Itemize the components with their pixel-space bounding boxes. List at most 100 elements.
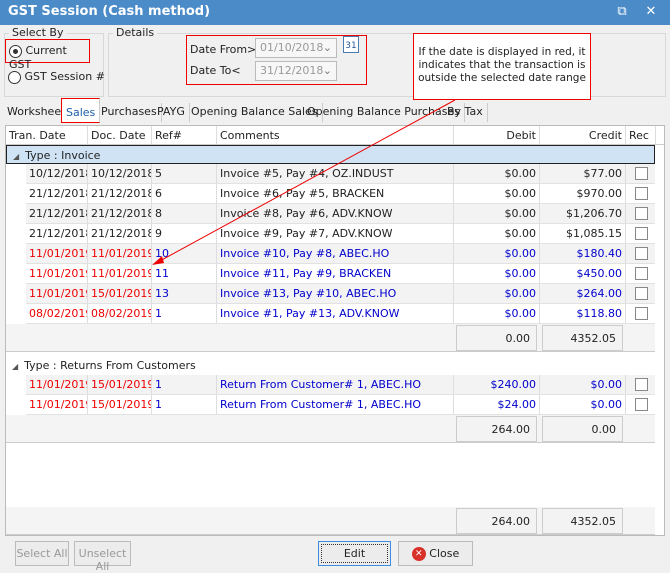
collapse-arrow-icon[interactable]: ◢: [13, 152, 19, 161]
close-circle-icon: ✕: [411, 547, 426, 561]
cell-doc: 15/01/2019: [88, 395, 152, 414]
cell-rec: [626, 375, 656, 394]
cell-debit: $0.00: [454, 244, 540, 263]
date-from-field[interactable]: 01/10/2018 ⌄: [255, 38, 337, 58]
group-row[interactable]: ◢ Type : Invoice: [6, 145, 655, 164]
rec-checkbox[interactable]: [634, 227, 648, 240]
cell-tran: 11/01/2019: [26, 244, 88, 263]
rec-checkbox[interactable]: [634, 307, 648, 320]
group-row[interactable]: ◢ Type : Returns From Customers: [6, 356, 655, 375]
column-header[interactable]: Debit: [454, 126, 540, 144]
cell-credit: $264.00: [540, 284, 626, 303]
radio-gst-session[interactable]: GST Session #: [8, 70, 105, 84]
cell-comment: Invoice #1, Pay #13, ADV.KNOW: [217, 304, 454, 323]
cell-ref: 11: [152, 264, 217, 283]
cell-debit: $0.00: [454, 304, 540, 323]
cell-debit: $240.00: [454, 375, 540, 394]
column-header[interactable]: Comments: [217, 126, 454, 144]
radio-current-gst[interactable]: Current GST: [5, 39, 90, 71]
rec-checkbox[interactable]: [634, 207, 648, 220]
cell-comment: Invoice #6, Pay #5, BRACKEN: [217, 184, 454, 203]
tab-payg[interactable]: PAYG: [153, 103, 190, 122]
column-header[interactable]: Tran. Date: [6, 126, 88, 144]
close-icon[interactable]: ✕: [641, 4, 661, 19]
date-from-label: Date From>: [190, 43, 257, 56]
column-header[interactable]: Ref#: [152, 126, 217, 144]
rec-checkbox[interactable]: [634, 247, 648, 260]
grid-header: Tran. Date Doc. Date Ref# Comments Debit Cred…: [6, 126, 664, 145]
cell-credit: $77.00: [540, 164, 626, 183]
table-row[interactable]: 08/02/2019 08/02/2019 1 Invoice #1, Pay #13…: [26, 304, 655, 324]
cell-rec: [626, 224, 656, 243]
cell-rec: [626, 284, 656, 303]
table-row[interactable]: 10/12/2018 10/12/2018 5 Invoice #5, Pay #4,…: [26, 164, 655, 184]
cell-credit: $1,206.70: [540, 204, 626, 223]
column-header[interactable]: Credit: [540, 126, 626, 144]
collapse-arrow-icon[interactable]: ◢: [12, 362, 18, 371]
calendar-day: 31: [345, 41, 357, 51]
cell-debit: $0.00: [454, 184, 540, 203]
cell-tran: 10/12/2018: [26, 164, 88, 183]
cell-credit: $180.40: [540, 244, 626, 263]
annotation-callout: If the date is displayed in red, it indi…: [413, 33, 591, 100]
rec-checkbox[interactable]: [634, 167, 648, 180]
cell-rec: [626, 244, 656, 263]
title-bar: GST Session (Cash method): [0, 0, 670, 25]
table-row[interactable]: 21/12/2018 21/12/2018 6 Invoice #6, Pay #5,…: [26, 184, 655, 204]
cell-ref: 1: [152, 304, 217, 323]
table-row[interactable]: 11/01/2019 11/01/2019 11 Invoice #11, Pay #…: [26, 264, 655, 284]
tab-sales[interactable]: Sales: [61, 98, 101, 123]
cell-ref: 1: [152, 375, 217, 394]
rec-checkbox[interactable]: [634, 287, 648, 300]
cell-debit: $0.00: [454, 204, 540, 223]
cell-rec: [626, 395, 656, 414]
cell-credit: $0.00: [540, 395, 626, 414]
date-to-field[interactable]: 31/12/2018 ⌄: [255, 61, 337, 81]
cell-ref: 6: [152, 184, 217, 203]
restore-icon[interactable]: ⧉: [612, 4, 632, 19]
cell-rec: [626, 304, 656, 323]
table-row[interactable]: 21/12/2018 21/12/2018 9 Invoice #9, Pay #7,…: [26, 224, 655, 244]
rec-checkbox[interactable]: [634, 267, 648, 280]
close-button[interactable]: ✕ Close: [398, 541, 473, 566]
cell-doc: 21/12/2018: [88, 184, 152, 203]
cell-ref: 13: [152, 284, 217, 303]
cell-ref: 9: [152, 224, 217, 243]
table-row[interactable]: 11/01/2019 15/01/2019 13 Invoice #13, Pay #…: [26, 284, 655, 304]
cell-debit: $0.00: [454, 224, 540, 243]
select-all-button[interactable]: Select All: [15, 541, 69, 566]
rec-checkbox[interactable]: [634, 398, 648, 411]
cell-tran: 11/01/2019: [26, 264, 88, 283]
edit-button[interactable]: Edit: [318, 541, 391, 566]
chevron-down-icon: ⌄: [322, 64, 332, 77]
column-header[interactable]: Rec: [626, 126, 656, 144]
radio-icon: [9, 44, 22, 58]
cell-tran: 21/12/2018: [26, 204, 88, 223]
table-row[interactable]: 21/12/2018 21/12/2018 8 Invoice #8, Pay #6,…: [26, 204, 655, 224]
table-row[interactable]: 11/01/2019 11/01/2019 10 Invoice #10, Pay #…: [26, 244, 655, 264]
rec-checkbox[interactable]: [634, 187, 648, 200]
cell-doc: 21/12/2018: [88, 224, 152, 243]
tab-by-tax[interactable]: By Tax: [443, 103, 488, 122]
radio-label: GST Session #: [24, 70, 105, 83]
cell-tran: 21/12/2018: [26, 184, 88, 203]
cell-tran: 21/12/2018: [26, 224, 88, 243]
cell-doc: 11/01/2019: [88, 244, 152, 263]
radio-icon: [8, 70, 21, 84]
column-header[interactable]: Doc. Date: [88, 126, 152, 144]
select-by-label: Select By: [9, 26, 67, 39]
table-row[interactable]: 11/01/2019 15/01/2019 1 Return From Custome…: [26, 395, 655, 415]
tab-opening-balance-purchases[interactable]: Opening Balance Purchases: [303, 103, 465, 122]
cell-credit: $0.00: [540, 375, 626, 394]
cell-credit: $118.80: [540, 304, 626, 323]
table-row[interactable]: 11/01/2019 15/01/2019 1 Return From Custome…: [26, 375, 655, 395]
cell-doc: 15/01/2019: [88, 284, 152, 303]
calendar-icon[interactable]: 31: [343, 36, 359, 53]
cell-comment: Invoice #9, Pay #7, ADV.KNOW: [217, 224, 454, 243]
cell-tran: 08/02/2019: [26, 304, 88, 323]
group-title: Type : Returns From Customers: [24, 359, 196, 372]
rec-checkbox[interactable]: [634, 378, 648, 391]
tab-purchases[interactable]: Purchases: [97, 103, 162, 122]
cell-debit: $24.00: [454, 395, 540, 414]
unselect-all-button[interactable]: Unselect All: [74, 541, 131, 573]
